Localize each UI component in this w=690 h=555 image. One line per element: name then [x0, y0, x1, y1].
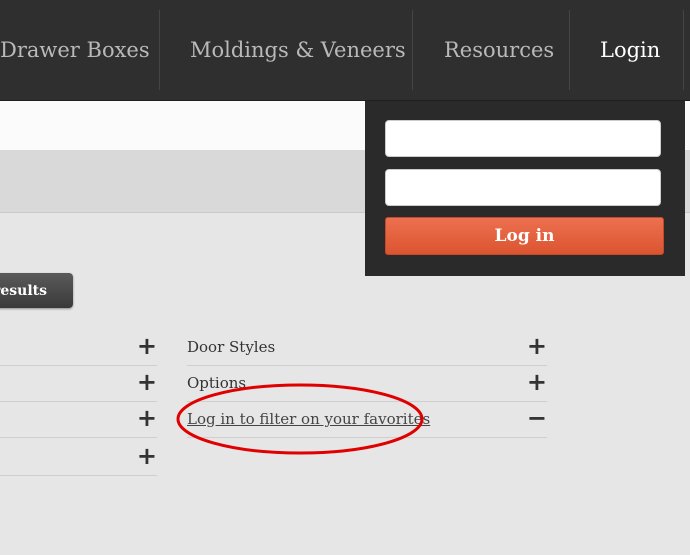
nav-divider: [683, 10, 684, 90]
filter-row[interactable]: +: [0, 366, 157, 402]
filter-row[interactable]: +: [0, 440, 157, 476]
expand-plus-icon[interactable]: +: [137, 333, 157, 359]
show-results-button[interactable]: results: [0, 273, 73, 308]
nav-divider: [412, 10, 413, 90]
collapse-minus-icon[interactable]: −: [527, 405, 547, 431]
filter-label-door-styles: Door Styles: [187, 338, 276, 356]
nav-divider: [159, 10, 160, 90]
nav-item-login[interactable]: Login: [600, 0, 660, 100]
nav-item-drawer-boxes[interactable]: Drawer Boxes: [0, 0, 150, 100]
top-navigation: Drawer Boxes Moldings & Veneers Resource…: [0, 0, 690, 101]
login-dropdown-panel: Log in: [365, 101, 685, 276]
expand-plus-icon[interactable]: +: [137, 369, 157, 395]
username-input[interactable]: [385, 120, 661, 157]
nav-divider: [569, 10, 570, 90]
filter-row[interactable]: +: [0, 330, 157, 366]
expand-plus-icon[interactable]: +: [137, 443, 157, 469]
log-in-button[interactable]: Log in: [385, 217, 664, 255]
filter-row[interactable]: +: [0, 402, 157, 438]
filter-row-door-styles[interactable]: Door Styles +: [187, 330, 547, 366]
nav-item-resources[interactable]: Resources: [444, 0, 554, 100]
expand-plus-icon[interactable]: +: [137, 405, 157, 431]
nav-item-moldings-veneers[interactable]: Moldings & Veneers: [190, 0, 406, 100]
expand-plus-icon[interactable]: +: [527, 369, 547, 395]
expand-plus-icon[interactable]: +: [527, 333, 547, 359]
password-input[interactable]: [385, 169, 661, 206]
annotation-ellipse: [176, 383, 424, 455]
